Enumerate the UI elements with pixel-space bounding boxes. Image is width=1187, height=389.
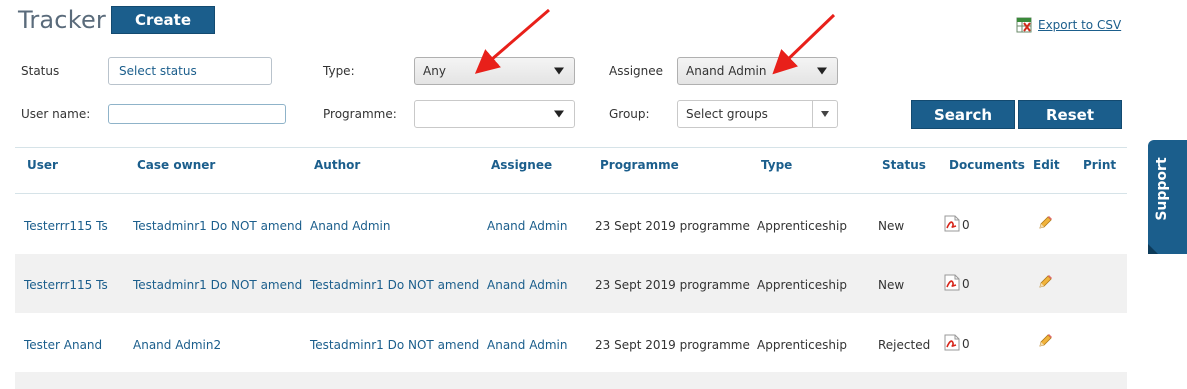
column-header-user[interactable]: User [27,158,58,172]
programme-label: Programme: [323,107,397,121]
pencil-icon[interactable] [1037,274,1053,290]
column-header-status[interactable]: Status [882,158,926,172]
column-header-edit: Edit [1033,158,1060,172]
group-label: Group: [609,107,650,121]
pencil-icon[interactable] [1037,333,1053,349]
cell-documents[interactable]: 0 [944,215,970,232]
status-label: Status [21,64,60,78]
spreadsheet-icon[interactable] [1016,17,1032,33]
support-fold-corner [1148,244,1158,254]
export-csv[interactable]: Export to CSV [1016,17,1121,33]
cell-assignee[interactable]: Anand Admin [487,278,567,292]
cell-case-owner[interactable]: Anand Admin2 [133,338,221,352]
chevron-down-icon [817,67,827,75]
search-button[interactable]: Search [911,100,1015,129]
cell-author[interactable]: Anand Admin [310,219,390,233]
column-header-programme[interactable]: Programme [600,158,679,172]
column-header-documents: Documents [949,158,1025,172]
cell-user[interactable]: Tester Anand [24,338,102,352]
cell-author[interactable]: Testadminr1 Do NOT amend [310,338,479,352]
support-label: Support [1154,157,1170,221]
column-header-author[interactable]: Author [314,158,360,172]
table-row [15,372,1127,389]
programme-select[interactable] [414,100,575,128]
pdf-icon[interactable] [944,274,960,291]
group-dropdown-toggle[interactable] [812,101,837,127]
cell-documents[interactable]: 0 [944,274,970,291]
cell-user[interactable]: Testerrr115 Ts [24,278,108,292]
support-tab[interactable]: Support [1148,140,1187,254]
cell-documents[interactable]: 0 [944,334,970,351]
assignee-label: Assignee [609,64,664,78]
table-top-divider [15,147,1127,148]
reset-button[interactable]: Reset [1018,100,1122,129]
status-select[interactable]: Select status [108,57,272,85]
cell-type: Apprenticeship [757,219,847,233]
cell-assignee[interactable]: Anand Admin [487,219,567,233]
cell-programme: 23 Sept 2019 programme [595,278,750,292]
cell-case-owner[interactable]: Testadminr1 Do NOT amend [133,219,302,233]
chevron-down-icon [554,67,564,75]
table-row: Tester Anand Anand Admin2 Testadminr1 Do… [15,313,1127,372]
chevron-down-icon [554,110,564,118]
documents-count: 0 [962,337,970,351]
cell-type: Apprenticeship [757,278,847,292]
cell-user[interactable]: Testerrr115 Ts [24,219,108,233]
cell-author[interactable]: Testadminr1 Do NOT amend [310,278,479,292]
column-header-type[interactable]: Type [761,158,792,172]
pdf-icon[interactable] [944,215,960,232]
documents-count: 0 [962,277,970,291]
type-select[interactable]: Any [414,57,575,85]
cell-programme: 23 Sept 2019 programme [595,219,750,233]
table-row: Testerrr115 Ts Testadminr1 Do NOT amend … [15,195,1127,254]
column-header-case-owner[interactable]: Case owner [137,158,215,172]
cell-status: New [878,219,905,233]
cell-type: Apprenticeship [757,338,847,352]
username-label: User name: [21,107,91,121]
type-value: Any [423,64,446,78]
export-csv-link[interactable]: Export to CSV [1038,18,1121,32]
create-button[interactable]: Create [111,6,215,34]
cell-case-owner[interactable]: Testadminr1 Do NOT amend [133,278,302,292]
chevron-down-icon [821,111,829,117]
column-header-assignee[interactable]: Assignee [491,158,552,172]
assignee-value: Anand Admin [686,64,767,78]
cell-assignee[interactable]: Anand Admin [487,338,567,352]
type-label: Type: [323,64,355,78]
column-header-print: Print [1083,158,1117,172]
pdf-icon[interactable] [944,334,960,351]
documents-count: 0 [962,218,970,232]
group-placeholder: Select groups [686,107,768,121]
page-title: Tracker [18,6,106,34]
username-input[interactable] [108,104,286,124]
table-header-divider [15,193,1127,194]
group-select[interactable]: Select groups [677,100,838,128]
status-placeholder: Select status [119,64,197,78]
cell-status: Rejected [878,338,931,352]
cell-status: New [878,278,905,292]
cell-programme: 23 Sept 2019 programme [595,338,750,352]
table-row: Testerrr115 Ts Testadminr1 Do NOT amend … [15,254,1127,313]
assignee-select[interactable]: Anand Admin [677,57,838,85]
pencil-icon[interactable] [1037,215,1053,231]
